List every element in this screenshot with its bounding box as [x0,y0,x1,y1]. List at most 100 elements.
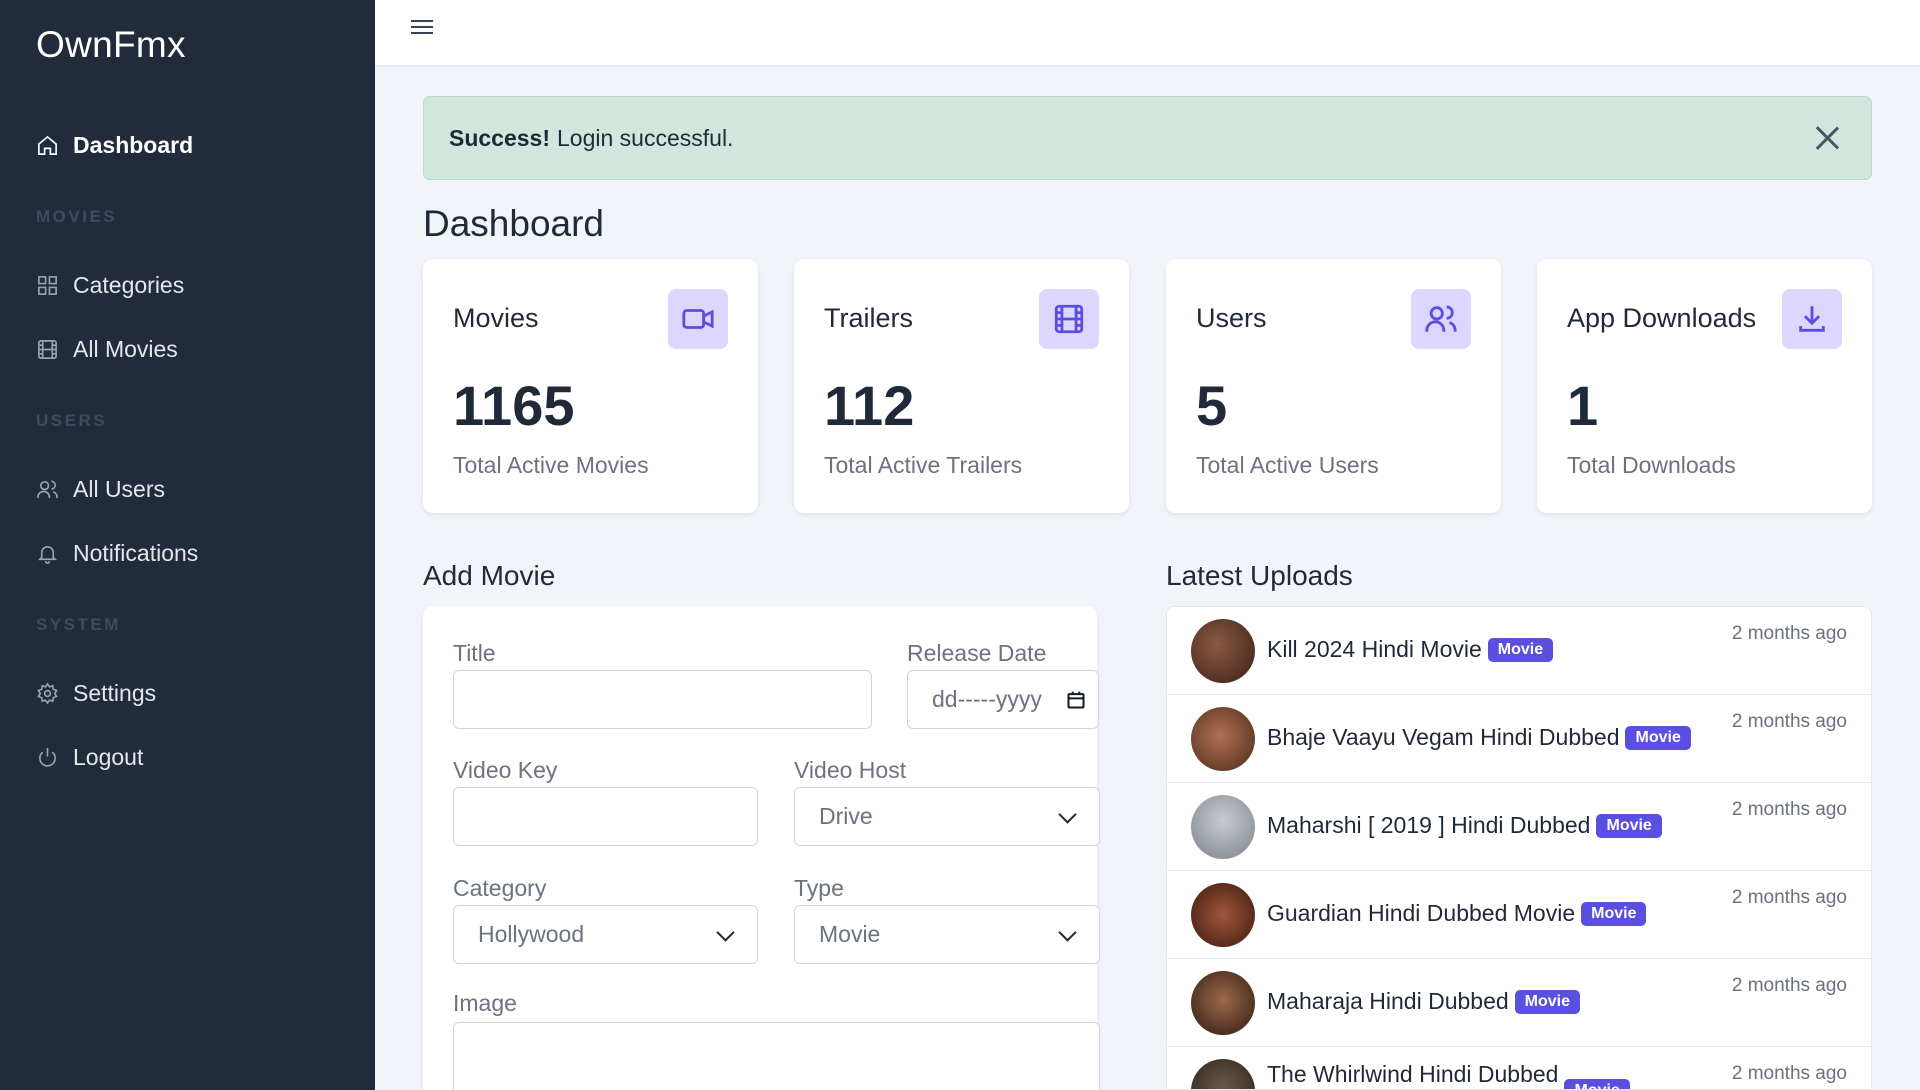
movie-poster-thumbnail [1191,707,1255,771]
users-icon [1411,289,1471,349]
category-value: Hollywood [478,921,585,947]
users-icon [37,480,58,499]
sidebar-item-label: All Movies [73,336,178,362]
type-value: Movie [819,921,881,947]
stat-card-movies: Movies 1165 Total Active Movies [423,259,758,513]
topbar [375,0,1920,66]
upload-time: 2 months ago [1731,711,1847,732]
sidebar-item-label: All Users [73,476,166,502]
power-icon [39,747,56,767]
alert-message: Login successful. [557,124,734,151]
video-key-label: Video Key [453,757,558,783]
sidebar-section-system: SYSTEM [36,615,121,634]
list-item[interactable]: Guardian Hindi Dubbed Movie Movie 2 mont… [1167,871,1871,959]
home-icon [38,135,57,155]
upload-title: Bhaje Vaayu Vegam Hindi Dubbed [1267,724,1620,750]
movie-poster-thumbnail [1191,1059,1255,1089]
sidebar-item-label: Categories [73,272,185,298]
video-host-select[interactable]: Drive [794,787,1100,846]
movie-poster-thumbnail [1191,619,1255,683]
list-item[interactable]: The Whirlwind Hindi Dubbed Movie 2 month… [1167,1047,1871,1089]
upload-time: 2 months ago [1731,1063,1847,1084]
gear-icon [37,682,58,705]
add-movie-form: Title Release Date dd-----yyyy Video Key… [423,606,1100,1090]
film-icon [1039,289,1099,349]
add-movie-heading: Add Movie [423,560,556,591]
release-date-input[interactable]: dd-----yyyy [907,670,1099,729]
category-select[interactable]: Hollywood [453,905,758,964]
title-label: Title [453,640,496,666]
stat-subtitle: Total Active Movies [453,452,649,478]
sidebar-item-label: Logout [73,744,144,770]
latest-uploads-list: Kill 2024 Hindi Movie Movie 2 months ago… [1166,606,1872,1090]
latest-uploads-heading: Latest Uploads [1166,560,1353,591]
movie-poster-thumbnail [1191,971,1255,1035]
type-select[interactable]: Movie [794,905,1100,964]
list-item[interactable]: Maharaja Hindi Dubbed Movie 2 months ago [1167,959,1871,1047]
sidebar-item-categories[interactable]: Categories [36,272,184,299]
stat-value: 1 [1567,374,1599,437]
upload-title: Maharaja Hindi Dubbed [1267,988,1509,1014]
release-date-placeholder: dd-----yyyy [932,686,1042,712]
brand-logo[interactable]: OwnFmx [36,24,186,66]
chevron-down-icon [1059,926,1075,942]
image-label: Image [453,990,517,1016]
film-icon [38,340,57,359]
close-icon[interactable] [1811,122,1843,154]
stat-value: 1165 [453,374,575,437]
sidebar-item-notifications[interactable]: Notifications [36,540,198,567]
sidebar-item-all-users[interactable]: All Users [36,476,165,503]
success-alert: Success! Login successful. [423,96,1872,180]
stat-title: Movies [453,303,539,333]
upload-title-row: Maharaja Hindi Dubbed Movie [1267,988,1580,1015]
upload-title-row: Maharshi [ 2019 ] Hindi Dubbed Movie [1267,812,1662,839]
chevron-down-icon [1059,808,1075,824]
download-icon [1782,289,1842,349]
video-camera-icon [668,289,728,349]
video-key-input[interactable] [453,787,758,846]
sidebar-item-label: Dashboard [73,132,194,158]
stat-title: App Downloads [1567,303,1757,333]
sidebar-section-users: USERS [36,411,108,430]
upload-title: Kill 2024 Hindi Movie [1267,636,1482,662]
list-item[interactable]: Maharshi [ 2019 ] Hindi Dubbed Movie 2 m… [1167,783,1871,871]
sidebar-section-movies: MOVIES [36,207,118,226]
calendar-icon[interactable] [1066,690,1086,710]
stat-title: Users [1196,303,1267,333]
stat-value: 5 [1196,374,1228,437]
stat-card-app-downloads: App Downloads 1 Total Downloads [1537,259,1872,513]
release-date-label: Release Date [907,640,1047,666]
video-host-value: Drive [819,803,873,829]
upload-time: 2 months ago [1731,975,1847,996]
page-title: Dashboard [423,203,605,244]
stat-subtitle: Total Active Trailers [824,452,1023,478]
sidebar-item-logout[interactable]: Logout [36,744,143,771]
upload-title-row: Bhaje Vaayu Vegam Hindi Dubbed Movie [1267,724,1691,751]
stat-subtitle: Total Downloads [1567,452,1736,478]
sidebar-item-dashboard[interactable]: Dashboard [36,132,193,159]
sidebar-item-settings[interactable]: Settings [36,680,156,707]
bell-icon [37,545,58,564]
upload-time: 2 months ago [1731,623,1847,644]
image-input[interactable] [453,1022,1100,1090]
upload-title-row: The Whirlwind Hindi Dubbed Movie [1267,1061,1630,1089]
chevron-down-icon [717,926,733,942]
type-badge: Movie [1514,989,1580,1014]
sidebar-item-label: Settings [73,680,157,706]
stat-value: 112 [824,374,915,437]
list-item[interactable]: Kill 2024 Hindi Movie Movie 2 months ago [1167,607,1871,695]
stat-card-users: Users 5 Total Active Users [1166,259,1501,513]
movie-poster-thumbnail [1191,795,1255,859]
type-badge: Movie [1581,901,1647,926]
type-label: Type [794,875,844,901]
stat-card-trailers: Trailers 112 Total Active Trailers [794,259,1129,513]
hamburger-menu-icon[interactable] [411,16,437,38]
upload-title: Guardian Hindi Dubbed Movie [1267,900,1576,926]
list-item[interactable]: Bhaje Vaayu Vegam Hindi Dubbed Movie 2 m… [1167,695,1871,783]
stat-title: Trailers [824,303,914,333]
upload-title: Maharshi [ 2019 ] Hindi Dubbed [1267,812,1591,838]
title-input[interactable] [453,670,872,729]
sidebar-item-all-movies[interactable]: All Movies [36,336,178,363]
upload-title-row: Guardian Hindi Dubbed Movie Movie [1267,900,1647,927]
video-host-label: Video Host [794,757,907,783]
